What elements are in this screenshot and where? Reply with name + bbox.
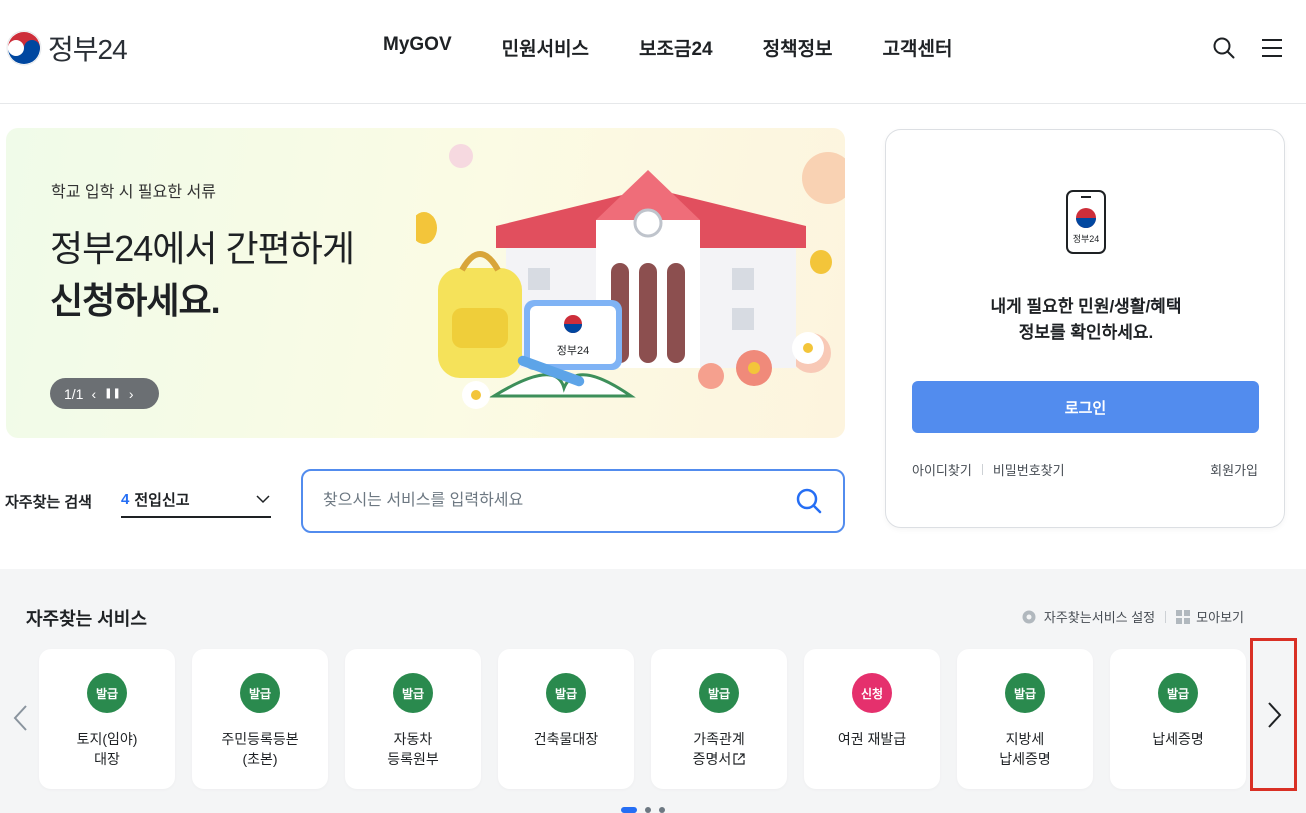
hamburger-menu-icon[interactable] <box>1260 36 1284 60</box>
service-card-label: 건축물대장 <box>498 729 634 749</box>
carousel-dot-3[interactable] <box>659 807 665 813</box>
frequent-search-label: 자주찾는 검색 <box>5 494 92 511</box>
service-card-label: 주민등록등본 (초본) <box>192 729 328 769</box>
frequent-services-section: 자주찾는 서비스 자주찾는서비스 설정 모아보기 발급 토지(임야) 대장 발급… <box>0 569 1306 813</box>
frequent-services-title: 자주찾는 서비스 <box>26 609 147 629</box>
search-icon[interactable] <box>1212 36 1236 60</box>
services-settings-button[interactable]: 자주찾는서비스 설정 <box>1020 607 1155 626</box>
external-link-icon <box>733 753 745 765</box>
nav-civil-services[interactable]: 민원서비스 <box>502 34 589 61</box>
chevron-down-icon <box>256 495 270 504</box>
signup-link[interactable]: 회원가입 <box>1210 460 1258 479</box>
login-card: 정부24 내게 필요한 민원/생활/혜택 정보를 확인하세요. 로그인 아이디찾… <box>885 129 1285 528</box>
account-links: 아이디찾기 비밀번호찾기 <box>912 460 1065 479</box>
service-search-input[interactable] <box>323 486 783 516</box>
carousel-dot-1[interactable] <box>621 807 637 813</box>
service-card[interactable]: 발급 주민등록등본 (초본) <box>192 649 328 789</box>
issue-badge: 발급 <box>393 673 433 713</box>
logo-text: 정부24 <box>48 34 128 65</box>
illustration-badge-text: 정부24 <box>557 344 589 357</box>
view-all-button[interactable]: 모아보기 <box>1176 607 1244 626</box>
service-card-label-line1: 주민등록등본 <box>221 731 299 747</box>
service-card-label-line1: 가족관계 <box>693 731 745 747</box>
service-card-label: 지방세 납세증명 <box>957 729 1093 769</box>
service-card-label-line2: 납세증명 <box>999 751 1051 767</box>
phone-label: 정부24 <box>1073 234 1100 244</box>
service-card-label-line1: 여권 재발급 <box>837 731 907 747</box>
view-all-label: 모아보기 <box>1196 610 1244 625</box>
services-tools: 자주찾는서비스 설정 모아보기 <box>1020 607 1244 626</box>
frequent-search-select[interactable]: 4 전입신고 <box>121 482 271 518</box>
carousel-dots <box>621 807 665 813</box>
service-card[interactable]: 발급 건축물대장 <box>498 649 634 789</box>
apply-badge: 신청 <box>852 673 892 713</box>
service-card-label-line1: 자동차 <box>393 731 433 747</box>
service-card[interactable]: 발급 자동차 등록원부 <box>345 649 481 789</box>
service-search-box <box>301 469 845 533</box>
carousel-dot-2[interactable] <box>645 807 651 813</box>
service-card[interactable]: 발급 가족관계 증명서 <box>651 649 787 789</box>
gear-icon <box>1022 610 1036 623</box>
nav-mygov[interactable]: MyGOV <box>383 34 452 61</box>
logo[interactable]: 정부24 <box>6 28 128 68</box>
taegeuk-logo-icon <box>6 30 42 66</box>
nav-customer-center[interactable]: 고객센터 <box>883 34 953 61</box>
service-card-label-line2: 등록원부 <box>387 751 439 767</box>
services-prev-arrow-icon[interactable] <box>10 703 32 733</box>
service-card-label: 토지(임야) 대장 <box>39 729 175 769</box>
banner-subtitle: 학교 입학 시 필요한 서류 <box>51 184 216 201</box>
mobile-phone-icon: 정부24 <box>1066 190 1106 254</box>
service-card-label: 가족관계 증명서 <box>651 729 787 769</box>
search-submit-icon[interactable] <box>795 487 823 515</box>
service-card-label-line1: 토지(임야) <box>76 731 138 747</box>
service-card-label-line1: 건축물대장 <box>533 731 599 747</box>
service-card-label: 여권 재발급 <box>804 729 940 749</box>
services-next-button[interactable] <box>1250 638 1297 791</box>
banner-pause-icon[interactable]: ❚❚ <box>104 388 121 399</box>
nav-subsidy24[interactable]: 보조금24 <box>639 34 713 61</box>
frequent-search-rank: 4 <box>121 490 130 508</box>
issue-badge: 발급 <box>1158 673 1198 713</box>
main-banner[interactable]: 학교 입학 시 필요한 서류 정부24에서 간편하게 신청하세요. 1/1 ‹ … <box>6 128 845 438</box>
banner-prev-icon[interactable]: ‹ <box>91 386 96 402</box>
login-message-line1: 내게 필요한 민원/생활/혜택 <box>990 297 1182 316</box>
banner-pager: 1/1 ‹ ❚❚ › <box>50 378 159 409</box>
issue-badge: 발급 <box>699 673 739 713</box>
issue-badge: 발급 <box>87 673 127 713</box>
banner-page-indicator: 1/1 <box>64 385 84 402</box>
main-nav: MyGOV 민원서비스 보조금24 정책정보 고객센터 <box>383 34 952 61</box>
service-card-label-line1: 납세증명 <box>1152 731 1204 747</box>
issue-badge: 발급 <box>1005 673 1045 713</box>
find-id-link[interactable]: 아이디찾기 <box>912 460 972 479</box>
chevron-right-icon <box>1267 701 1281 728</box>
link-divider <box>981 464 983 475</box>
service-card-label-line2: (초본) <box>242 751 278 767</box>
banner-next-icon[interactable]: › <box>129 386 134 402</box>
find-password-link[interactable]: 비밀번호찾기 <box>993 460 1065 479</box>
service-card[interactable]: 신청 여권 재발급 <box>804 649 940 789</box>
service-card[interactable]: 발급 납세증명 <box>1110 649 1246 789</box>
frequent-search-term: 전입신고 <box>134 491 190 509</box>
service-card-label-line1: 지방세 <box>1005 731 1045 747</box>
issue-badge: 발급 <box>240 673 280 713</box>
banner-title-line2: 신청하세요. <box>50 280 221 321</box>
service-card-label-line2: 대장 <box>94 751 120 767</box>
login-button[interactable]: 로그인 <box>912 381 1259 433</box>
service-card[interactable]: 발급 토지(임야) 대장 <box>39 649 175 789</box>
service-card-label: 납세증명 <box>1110 729 1246 749</box>
grid-icon <box>1176 609 1191 624</box>
services-settings-label: 자주찾는서비스 설정 <box>1043 610 1156 625</box>
service-card[interactable]: 발급 지방세 납세증명 <box>957 649 1093 789</box>
service-cards: 발급 토지(임야) 대장 발급 주민등록등본 (초본) 발급 자동차 등록원부 … <box>39 649 1246 789</box>
banner-title-line1: 정부24에서 간편하게 <box>50 228 355 269</box>
login-message-line2: 정보를 확인하세요. <box>1018 323 1154 342</box>
nav-policy-info[interactable]: 정책정보 <box>763 34 833 61</box>
site-header: 정부24 MyGOV 민원서비스 보조금24 정책정보 고객센터 <box>0 0 1306 104</box>
issue-badge: 발급 <box>546 673 586 713</box>
service-card-label-line2: 증명서 <box>692 751 732 767</box>
tools-divider <box>1165 610 1167 623</box>
school-illustration: 정부24 <box>416 144 845 409</box>
service-card-label: 자동차 등록원부 <box>345 729 481 769</box>
